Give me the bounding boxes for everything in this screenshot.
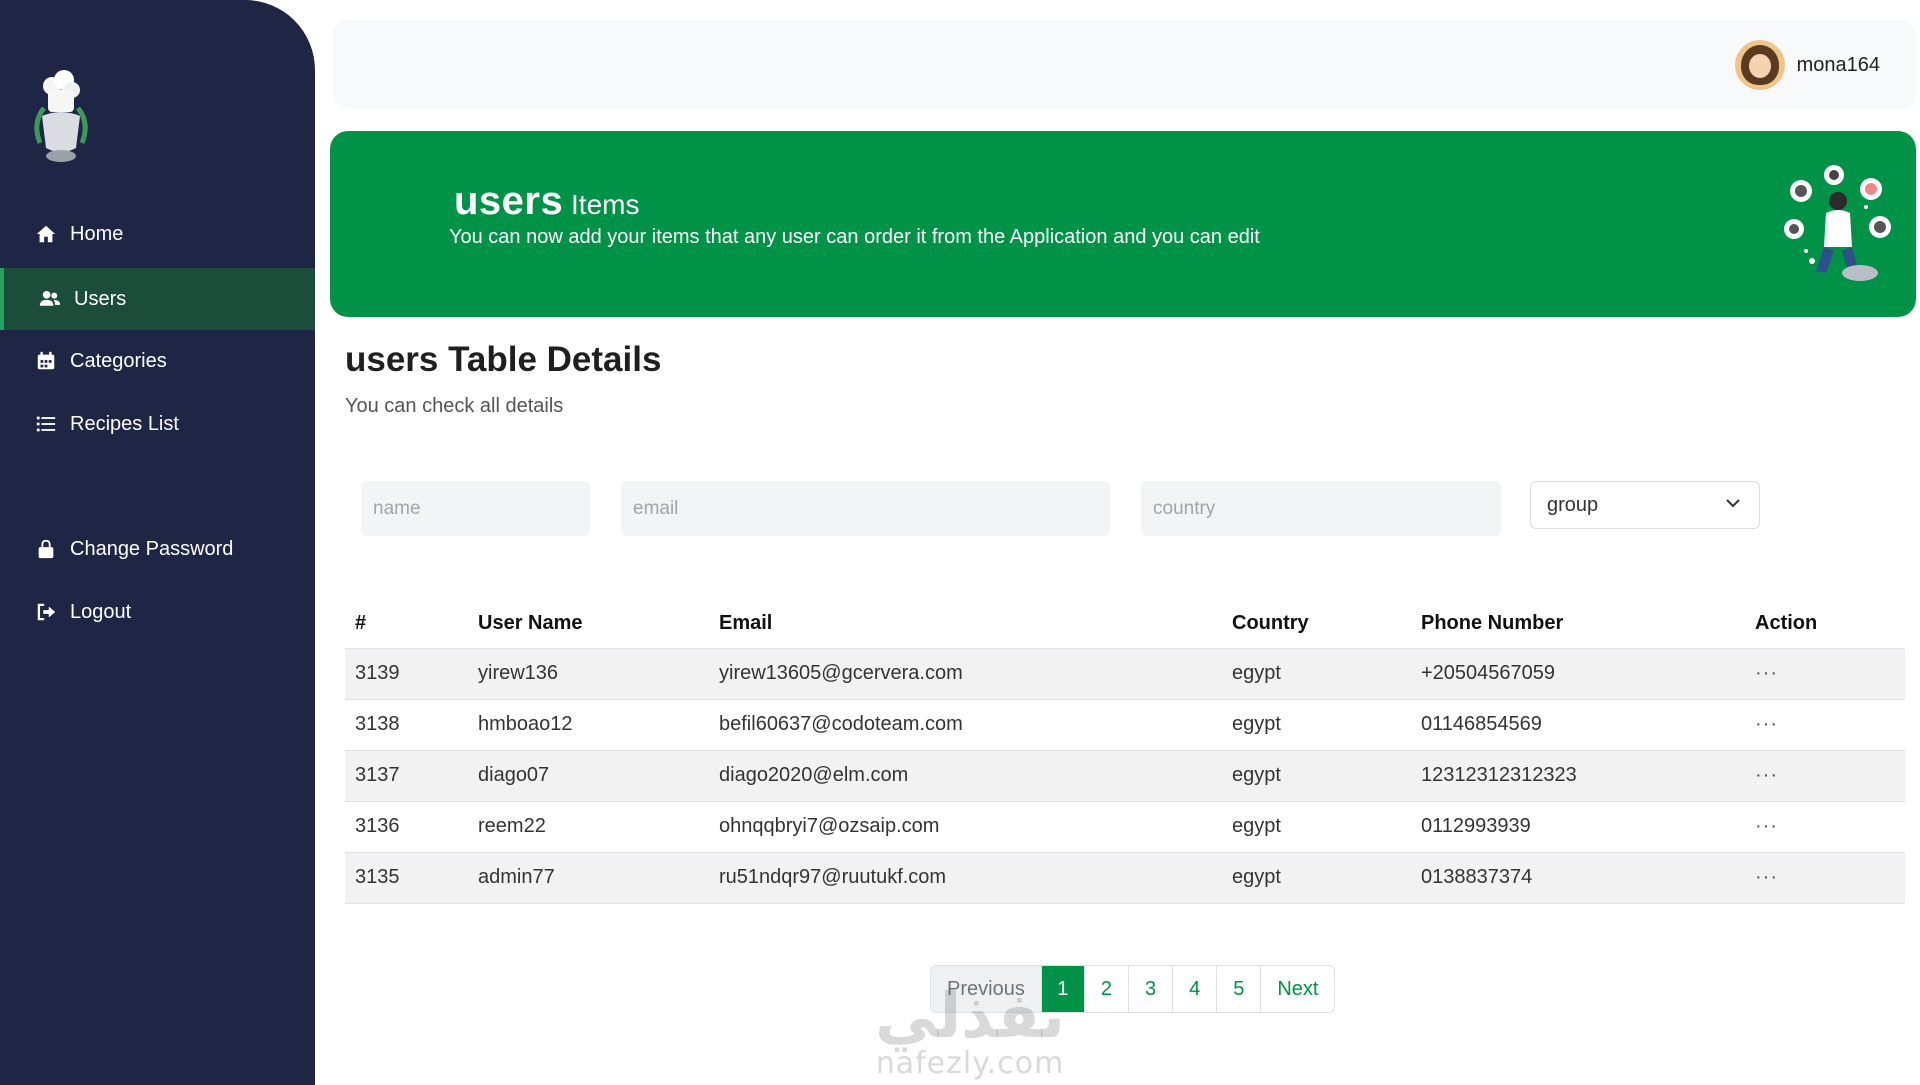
table-row: 3135 admin77 ru51ndqr97@ruutukf.com egyp… [345, 852, 1905, 904]
users-table: # User Name Email Country Phone Number A… [345, 600, 1905, 904]
top-bar: mona164 [333, 20, 1916, 109]
list-icon [34, 412, 58, 436]
sidebar-item-label: Logout [70, 600, 132, 623]
sidebar-item-home[interactable]: Home [0, 203, 315, 265]
name-filter-input[interactable] [361, 481, 590, 536]
group-select-value: group [1547, 493, 1599, 516]
watermark-arabic: نفذلي [875, 979, 1065, 1052]
page-title: users Table Details [345, 340, 662, 379]
country-filter-input[interactable] [1141, 481, 1501, 536]
sidebar-item-categories[interactable]: Categories [0, 330, 315, 392]
lock-icon [34, 537, 58, 561]
cell-email: diago2020@elm.com [709, 750, 1222, 802]
cell-username: yirew136 [468, 648, 709, 700]
table-row: 3136 reem22 ohnqqbryi7@ozsaip.com egypt … [345, 801, 1905, 853]
cell-country: egypt [1222, 801, 1411, 853]
sidebar-item-label: Home [70, 222, 124, 245]
more-actions-icon[interactable]: ··· [1755, 866, 1778, 888]
cell-country: egypt [1222, 750, 1411, 802]
cell-username: reem22 [468, 801, 709, 853]
sidebar-item-label: Change Password [70, 537, 234, 560]
page-button-2[interactable]: 2 [1085, 966, 1129, 1012]
cell-id: 3136 [345, 801, 468, 853]
group-select[interactable]: group [1530, 481, 1760, 529]
cell-username: admin77 [468, 852, 709, 904]
cell-email: ru51ndqr97@ruutukf.com [709, 852, 1222, 904]
sidebar: Home Users Categories Recipes List Chang… [0, 0, 315, 1085]
table-row: 3137 diago07 diago2020@elm.com egypt 123… [345, 750, 1905, 802]
table-header-row: # User Name Email Country Phone Number A… [345, 600, 1905, 649]
column-header: Country [1222, 600, 1411, 649]
watermark: نفذلي nafezly.com [860, 985, 1080, 1081]
column-header: Action [1745, 600, 1905, 649]
cell-phone: 12312312312323 [1411, 750, 1745, 802]
more-actions-icon[interactable]: ··· [1755, 764, 1778, 786]
banner-title: users Items [454, 179, 639, 224]
username: mona164 [1796, 53, 1880, 76]
chef-logo [30, 68, 92, 168]
chef-illustration [1776, 161, 1896, 291]
email-filter-input[interactable] [621, 481, 1110, 536]
cell-id: 3137 [345, 750, 468, 802]
cell-phone: 01146854569 [1411, 699, 1745, 751]
cell-id: 3138 [345, 699, 468, 751]
cell-phone: 0112993939 [1411, 801, 1745, 853]
column-header: Email [709, 600, 1222, 649]
logout-icon [34, 600, 58, 624]
sidebar-item-label: Categories [70, 349, 167, 372]
page-button-3[interactable]: 3 [1129, 966, 1174, 1012]
cell-email: ohnqqbryi7@ozsaip.com [709, 801, 1222, 853]
cell-country: egypt [1222, 699, 1411, 751]
more-actions-icon[interactable]: ··· [1755, 713, 1778, 735]
watermark-latin: nafezly.com [875, 1046, 1065, 1081]
cell-username: diago07 [468, 750, 709, 802]
column-header: User Name [468, 600, 709, 649]
cell-phone: +20504567059 [1411, 648, 1745, 700]
sidebar-item-recipes-list[interactable]: Recipes List [0, 393, 315, 455]
column-header: # [345, 600, 468, 649]
page-subtitle: You can check all details [345, 395, 564, 417]
cell-email: yirew13605@gcervera.com [709, 648, 1222, 700]
column-header: Phone Number [1411, 600, 1745, 649]
cell-username: hmboao12 [468, 699, 709, 751]
chevron-down-icon [1725, 494, 1741, 517]
user-menu[interactable]: mona164 [1734, 40, 1880, 90]
header-banner: users Items You can now add your items t… [330, 131, 1916, 317]
cell-country: egypt [1222, 648, 1411, 700]
users-icon [38, 287, 62, 311]
home-icon [34, 222, 58, 246]
cell-id: 3135 [345, 852, 468, 904]
banner-subtitle: You can now add your items that any user… [449, 226, 1260, 248]
banner-title-rest: Items [563, 189, 640, 220]
cell-country: egypt [1222, 852, 1411, 904]
page-button-4[interactable]: 4 [1173, 966, 1218, 1012]
banner-title-bold: users [454, 179, 564, 223]
cell-id: 3139 [345, 648, 468, 700]
sidebar-item-label: Recipes List [70, 412, 179, 435]
table-row: 3139 yirew136 yirew13605@gcervera.com eg… [345, 648, 1905, 700]
avatar [1734, 40, 1785, 90]
cell-email: befil60637@codoteam.com [709, 699, 1222, 751]
more-actions-icon[interactable]: ··· [1755, 815, 1778, 837]
sidebar-item-users[interactable]: Users [0, 268, 315, 330]
next-page-button[interactable]: Next [1261, 966, 1334, 1012]
calendar-icon [34, 349, 58, 373]
sidebar-item-label: Users [74, 287, 127, 310]
sidebar-item-logout[interactable]: Logout [0, 581, 315, 643]
table-row: 3138 hmboao12 befil60637@codoteam.com eg… [345, 699, 1905, 751]
more-actions-icon[interactable]: ··· [1755, 662, 1778, 684]
cell-phone: 0138837374 [1411, 852, 1745, 904]
page-button-5[interactable]: 5 [1217, 966, 1262, 1012]
sidebar-item-change-password[interactable]: Change Password [0, 518, 315, 580]
